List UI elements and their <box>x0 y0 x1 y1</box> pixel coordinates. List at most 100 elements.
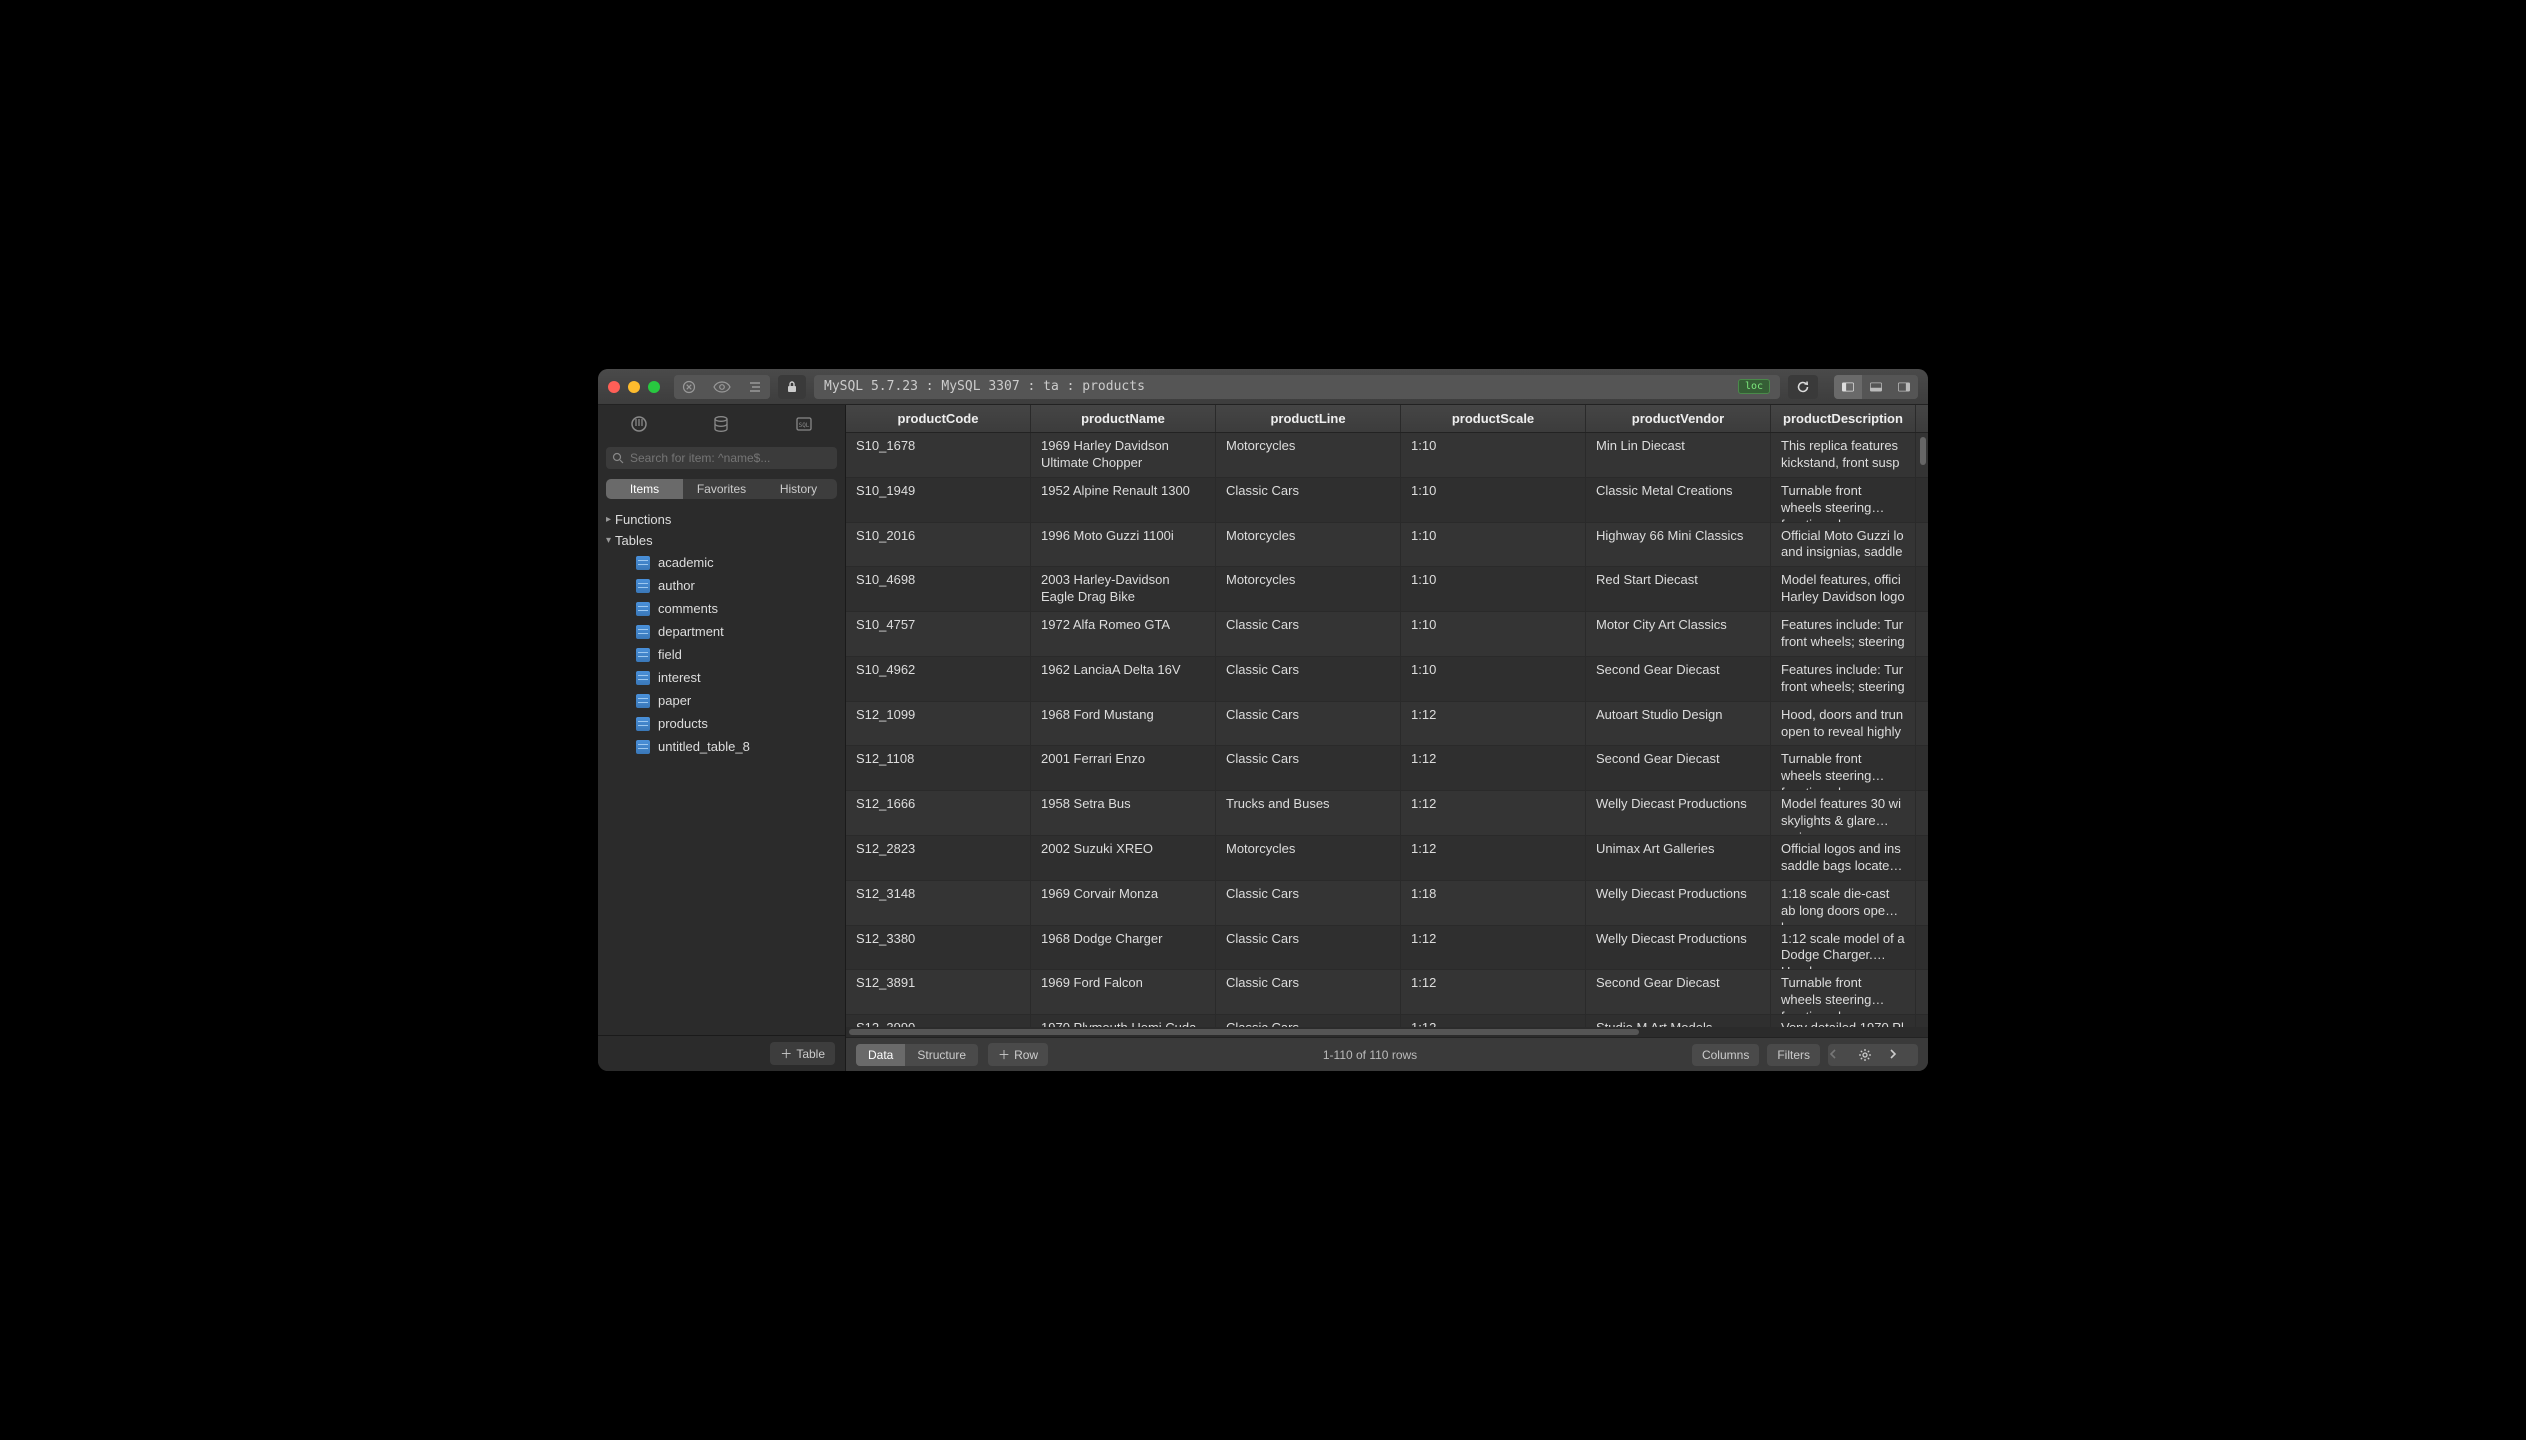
cell-productCode[interactable]: S12_2823 <box>846 836 1031 880</box>
cell-productLine[interactable]: Motorcycles <box>1216 433 1401 477</box>
cell-productCode[interactable]: S12_3380 <box>846 926 1031 970</box>
filter-tab-history[interactable]: History <box>760 479 837 499</box>
sidebar-table-author[interactable]: author <box>598 574 845 597</box>
cell-productScale[interactable]: 1:12 <box>1401 746 1586 790</box>
cell-productDescription[interactable]: 1:18 scale die-cast ab long doors open, … <box>1771 881 1916 925</box>
lock-icon[interactable] <box>778 375 806 399</box>
layout-sidebar-left-button[interactable] <box>1834 375 1862 399</box>
cell-productName[interactable]: 2001 Ferrari Enzo <box>1031 746 1216 790</box>
cell-productCode[interactable]: S12_3148 <box>846 881 1031 925</box>
cell-productDescription[interactable]: Official logos and ins saddle bags locat… <box>1771 836 1916 880</box>
format-icon[interactable] <box>740 375 770 399</box>
table-row[interactable]: S10_16781969 Harley Davidson Ultimate Ch… <box>846 433 1928 478</box>
cell-productName[interactable]: 1969 Corvair Monza <box>1031 881 1216 925</box>
filter-tab-favorites[interactable]: Favorites <box>683 479 760 499</box>
cell-productScale[interactable]: 1:10 <box>1401 433 1586 477</box>
cell-productScale[interactable]: 1:12 <box>1401 970 1586 1014</box>
cell-productLine[interactable]: Motorcycles <box>1216 567 1401 611</box>
horizontal-scroll-thumb[interactable] <box>849 1029 1639 1035</box>
cell-productLine[interactable]: Classic Cars <box>1216 1015 1401 1027</box>
cell-productScale[interactable]: 1:12 <box>1401 926 1586 970</box>
table-row[interactable]: S10_20161996 Moto Guzzi 1100iMotorcycles… <box>846 523 1928 568</box>
functions-group[interactable]: ▸ Functions <box>598 509 845 530</box>
sidebar-table-academic[interactable]: academic <box>598 551 845 574</box>
cell-productCode[interactable]: S10_4757 <box>846 612 1031 656</box>
cell-productCode[interactable]: S10_4962 <box>846 657 1031 701</box>
cell-productDescription[interactable]: Hood, doors and trun open to reveal high… <box>1771 702 1916 746</box>
cell-productLine[interactable]: Motorcycles <box>1216 523 1401 567</box>
add-table-button[interactable]: ＋ Table <box>770 1042 835 1065</box>
cell-productVendor[interactable]: Welly Diecast Productions <box>1586 791 1771 835</box>
cell-productName[interactable]: 1968 Ford Mustang <box>1031 702 1216 746</box>
cell-productScale[interactable]: 1:10 <box>1401 478 1586 522</box>
cell-productCode[interactable]: S12_3891 <box>846 970 1031 1014</box>
cell-productCode[interactable]: S10_1678 <box>846 433 1031 477</box>
sidebar-table-comments[interactable]: comments <box>598 597 845 620</box>
cell-productScale[interactable]: 1:12 <box>1401 702 1586 746</box>
cell-productDescription[interactable]: Very detailed 1970 Pl Cuda model in 1:12… <box>1771 1015 1916 1027</box>
horizontal-scrollbar[interactable] <box>846 1027 1928 1037</box>
cell-productDescription[interactable]: Official Moto Guzzi lo and insignias, sa… <box>1771 523 1916 567</box>
cell-productVendor[interactable]: Studio M Art Models <box>1586 1015 1771 1027</box>
cell-productLine[interactable]: Classic Cars <box>1216 746 1401 790</box>
layout-bottom-button[interactable] <box>1862 375 1890 399</box>
table-row[interactable]: S12_33801968 Dodge ChargerClassic Cars1:… <box>846 926 1928 971</box>
connection-path[interactable]: MySQL 5.7.23 : MySQL 3307 : ta : product… <box>814 375 1780 399</box>
table-body[interactable]: S10_16781969 Harley Davidson Ultimate Ch… <box>846 433 1928 1027</box>
table-row[interactable]: S12_11082001 Ferrari EnzoClassic Cars1:1… <box>846 746 1928 791</box>
column-header-productScale[interactable]: productScale <box>1401 405 1586 432</box>
tables-group[interactable]: ▾ Tables <box>598 530 845 551</box>
table-row[interactable]: S12_39901970 Plymouth Hemi CudaClassic C… <box>846 1015 1928 1027</box>
refresh-button[interactable] <box>1788 375 1818 399</box>
cell-productCode[interactable]: S12_1108 <box>846 746 1031 790</box>
cell-productCode[interactable]: S10_2016 <box>846 523 1031 567</box>
filters-button[interactable]: Filters <box>1767 1044 1820 1066</box>
cell-productScale[interactable]: 1:10 <box>1401 612 1586 656</box>
cell-productLine[interactable]: Classic Cars <box>1216 970 1401 1014</box>
cell-productLine[interactable]: Classic Cars <box>1216 657 1401 701</box>
cell-productName[interactable]: 1996 Moto Guzzi 1100i <box>1031 523 1216 567</box>
cell-productDescription[interactable]: Model features 30 wi skylights & glare r… <box>1771 791 1916 835</box>
database-tab-icon[interactable] <box>694 411 748 437</box>
table-row[interactable]: S12_31481969 Corvair MonzaClassic Cars1:… <box>846 881 1928 926</box>
cell-productName[interactable]: 1958 Setra Bus <box>1031 791 1216 835</box>
table-row[interactable]: S10_47571972 Alfa Romeo GTAClassic Cars1… <box>846 612 1928 657</box>
cancel-icon[interactable] <box>674 375 704 399</box>
sidebar-search[interactable] <box>606 447 837 469</box>
cell-productDescription[interactable]: 1:12 scale model of a Dodge Charger. Hoo… <box>1771 926 1916 970</box>
cell-productScale[interactable]: 1:18 <box>1401 881 1586 925</box>
cell-productCode[interactable]: S10_4698 <box>846 567 1031 611</box>
preview-icon[interactable] <box>705 375 739 399</box>
column-header-productName[interactable]: productName <box>1031 405 1216 432</box>
cell-productName[interactable]: 1969 Ford Falcon <box>1031 970 1216 1014</box>
table-row[interactable]: S10_19491952 Alpine Renault 1300Classic … <box>846 478 1928 523</box>
cell-productCode[interactable]: S12_1666 <box>846 791 1031 835</box>
table-row[interactable]: S12_28232002 Suzuki XREOMotorcycles1:12U… <box>846 836 1928 881</box>
cell-productCode[interactable]: S10_1949 <box>846 478 1031 522</box>
next-page-button[interactable] <box>1888 1044 1918 1066</box>
cell-productName[interactable]: 2002 Suzuki XREO <box>1031 836 1216 880</box>
layout-sidebar-right-button[interactable] <box>1890 375 1918 399</box>
cell-productVendor[interactable]: Classic Metal Creations <box>1586 478 1771 522</box>
page-settings-button[interactable] <box>1858 1044 1888 1066</box>
table-row[interactable]: S12_38911969 Ford FalconClassic Cars1:12… <box>846 970 1928 1015</box>
cell-productName[interactable]: 1969 Harley Davidson Ultimate Chopper <box>1031 433 1216 477</box>
close-window-button[interactable] <box>608 381 620 393</box>
sql-tab-icon[interactable]: SQL <box>777 411 831 437</box>
filter-tab-items[interactable]: Items <box>606 479 683 499</box>
cell-productLine[interactable]: Classic Cars <box>1216 926 1401 970</box>
cell-productVendor[interactable]: Welly Diecast Productions <box>1586 926 1771 970</box>
cell-productScale[interactable]: 1:12 <box>1401 836 1586 880</box>
cell-productLine[interactable]: Classic Cars <box>1216 478 1401 522</box>
cell-productName[interactable]: 1952 Alpine Renault 1300 <box>1031 478 1216 522</box>
cell-productLine[interactable]: Classic Cars <box>1216 702 1401 746</box>
cell-productDescription[interactable]: Turnable front wheels steering function;… <box>1771 478 1916 522</box>
add-row-button[interactable]: ＋ Row <box>988 1043 1048 1066</box>
sidebar-table-paper[interactable]: paper <box>598 689 845 712</box>
cell-productLine[interactable]: Classic Cars <box>1216 881 1401 925</box>
cell-productName[interactable]: 1962 LanciaA Delta 16V <box>1031 657 1216 701</box>
cell-productVendor[interactable]: Highway 66 Mini Classics <box>1586 523 1771 567</box>
cell-productVendor[interactable]: Red Start Diecast <box>1586 567 1771 611</box>
sidebar-table-products[interactable]: products <box>598 712 845 735</box>
cell-productLine[interactable]: Motorcycles <box>1216 836 1401 880</box>
